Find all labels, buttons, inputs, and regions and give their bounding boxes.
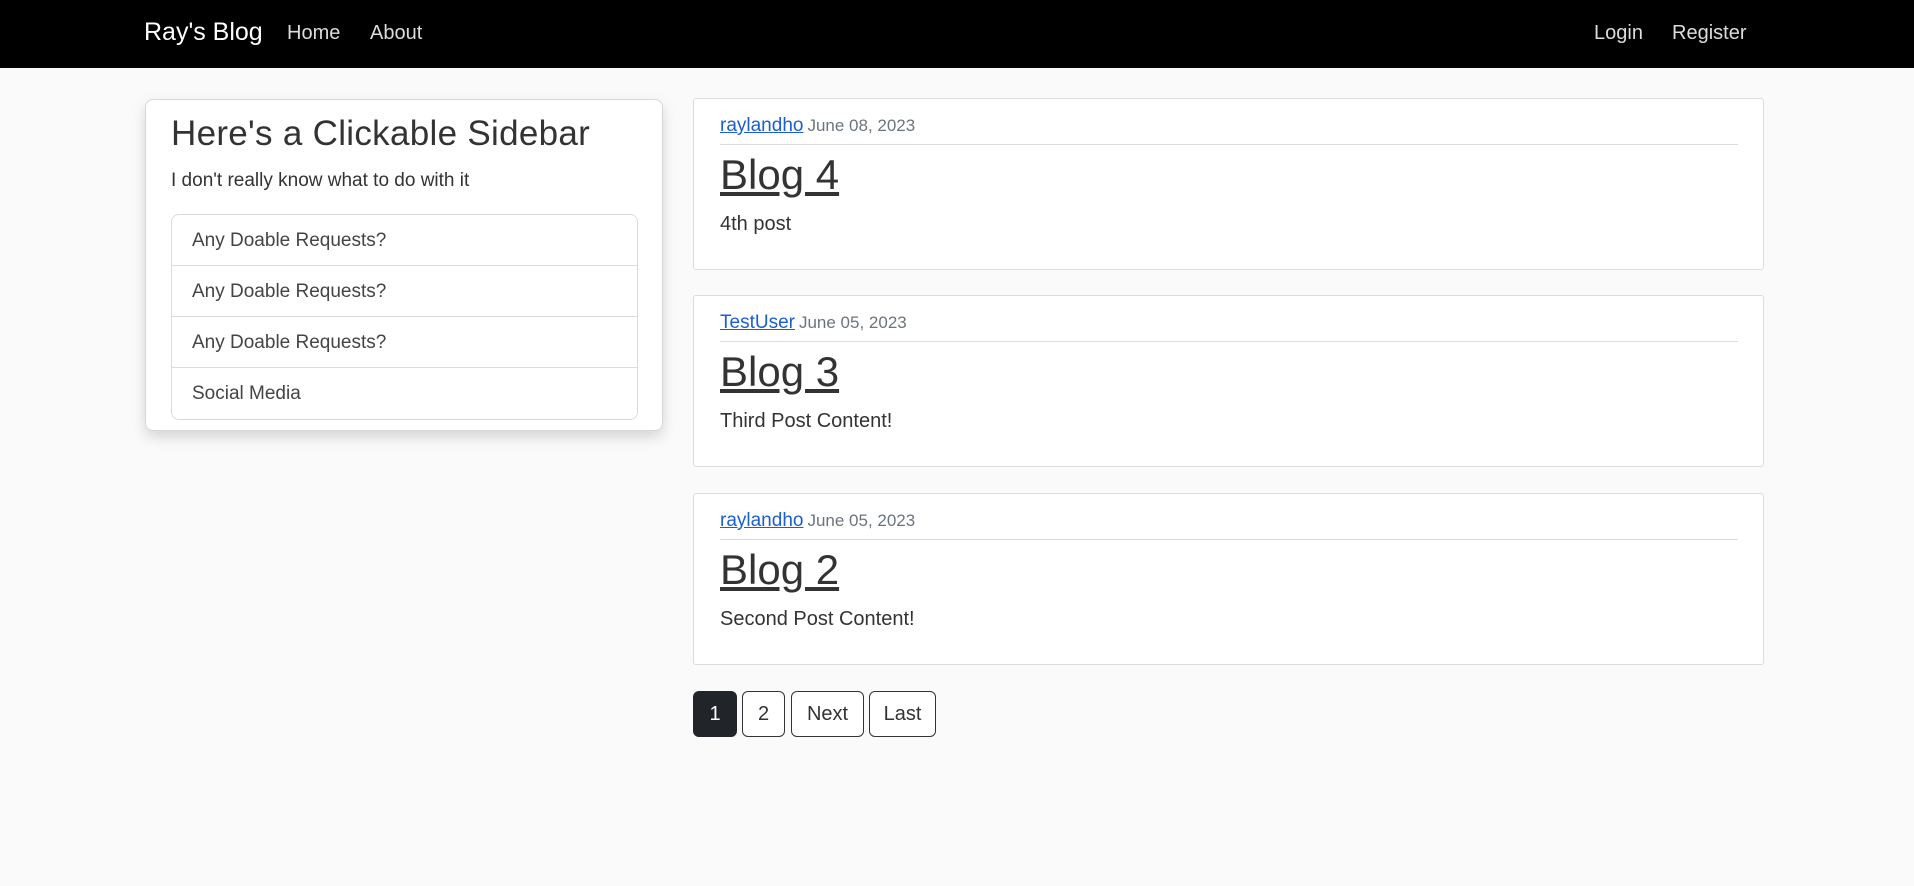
post-content: 4th post [720,213,792,235]
post-date: June 05, 2023 [807,511,916,530]
sidebar-subtitle: I don't really know what to do with it [171,170,470,191]
brand-link[interactable]: Ray's Blog [144,18,263,47]
next-page-button[interactable]: Next [791,691,864,737]
post-content: Third Post Content! [720,410,893,432]
page-1-button[interactable]: 1 [693,691,737,737]
post-content: Second Post Content! [720,608,915,630]
post-title-link[interactable]: Blog 2 [720,546,839,594]
post-card: raylandho June 05, 2023 Blog 2 Second Pos… [693,493,1764,665]
nav-about-link[interactable]: About [370,22,422,45]
post-card: TestUser June 05, 2023 Blog 3 Third Post … [693,295,1764,467]
nav-home-link[interactable]: Home [287,22,340,45]
post-meta: TestUser June 05, 2023 [720,312,1738,342]
sidebar-title: Here's a Clickable Sidebar [171,114,591,153]
nav-register-link[interactable]: Register [1672,22,1746,45]
post-card: raylandho June 08, 2023 Blog 4 4th post [693,98,1764,270]
navbar: Ray's Blog Home About Login Register [0,0,1914,68]
post-author-link[interactable]: raylandho [720,510,803,531]
page-2-button[interactable]: 2 [742,691,785,737]
sidebar-item-requests-3[interactable]: Any Doable Requests? [172,317,637,368]
post-meta: raylandho June 08, 2023 [720,115,1738,145]
post-title-link[interactable]: Blog 3 [720,348,839,396]
post-author-link[interactable]: raylandho [720,115,803,136]
post-meta: raylandho June 05, 2023 [720,510,1738,540]
sidebar-item-requests-1[interactable]: Any Doable Requests? [172,215,637,266]
sidebar-list: Any Doable Requests? Any Doable Requests… [171,214,638,420]
post-date: June 05, 2023 [798,313,907,332]
sidebar-card: Here's a Clickable Sidebar I don't reall… [145,99,663,431]
post-title-link[interactable]: Blog 4 [720,151,839,199]
nav-login-link[interactable]: Login [1594,22,1643,45]
sidebar-item-requests-2[interactable]: Any Doable Requests? [172,266,637,317]
post-date: June 08, 2023 [807,116,916,135]
last-page-button[interactable]: Last [869,691,936,737]
post-author-link[interactable]: TestUser [720,312,795,333]
sidebar-item-social-media[interactable]: Social Media [172,368,637,419]
